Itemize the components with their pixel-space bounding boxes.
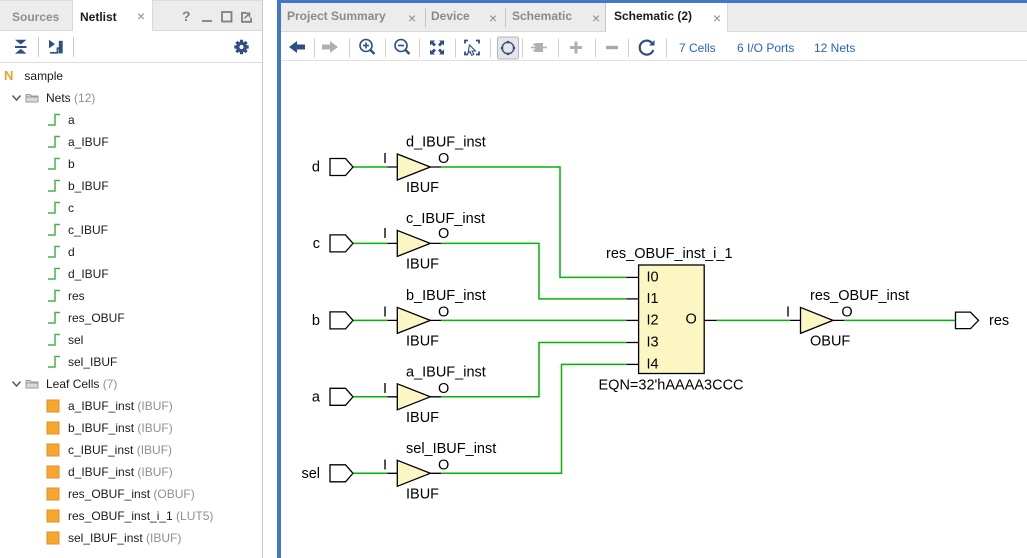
svg-text:c_IBUF_inst: c_IBUF_inst (406, 211, 485, 227)
svg-text:I: I (786, 304, 790, 320)
svg-text:I: I (383, 151, 387, 167)
svg-text:I0: I0 (647, 270, 659, 286)
svg-text:IBUF: IBUF (406, 180, 439, 196)
svg-text:I3: I3 (647, 335, 659, 351)
svg-text:I1: I1 (647, 291, 659, 307)
svg-text:I: I (383, 304, 387, 320)
svg-text:EQN=32'hAAAA3CCC: EQN=32'hAAAA3CCC (599, 378, 744, 394)
svg-text:?: ? (182, 8, 191, 24)
svg-text:IBUF: IBUF (406, 333, 439, 349)
svg-text:I: I (383, 457, 387, 473)
svg-text:O: O (438, 226, 449, 242)
svg-text:O: O (841, 304, 852, 320)
svg-text:a: a (312, 390, 321, 406)
svg-text:I2: I2 (647, 313, 659, 329)
svg-text:res_OBUF_inst_i_1: res_OBUF_inst_i_1 (606, 246, 733, 262)
svg-text:I: I (383, 226, 387, 242)
svg-text:a_IBUF_inst: a_IBUF_inst (406, 364, 486, 380)
svg-text:O: O (686, 312, 697, 328)
svg-text:d: d (312, 160, 320, 176)
svg-text:d_IBUF_inst: d_IBUF_inst (406, 135, 486, 151)
svg-text:b_IBUF_inst: b_IBUF_inst (406, 288, 486, 304)
svg-text:IBUF: IBUF (406, 256, 439, 272)
svg-text:I4: I4 (647, 357, 659, 373)
svg-text:O: O (438, 381, 449, 397)
svg-text:O: O (438, 304, 449, 320)
svg-text:IBUF: IBUF (406, 486, 439, 502)
svg-text:b: b (312, 313, 320, 329)
svg-text:IBUF: IBUF (406, 410, 439, 426)
svg-text:res_OBUF_inst: res_OBUF_inst (810, 288, 909, 304)
svg-text:res: res (989, 313, 1009, 329)
svg-text:sel: sel (301, 466, 320, 482)
svg-text:c: c (313, 236, 320, 252)
svg-text:O: O (438, 457, 449, 473)
svg-text:I: I (383, 381, 387, 397)
svg-text:O: O (438, 151, 449, 167)
svg-text:sel_IBUF_inst: sel_IBUF_inst (406, 441, 496, 457)
svg-text:OBUF: OBUF (810, 333, 850, 349)
